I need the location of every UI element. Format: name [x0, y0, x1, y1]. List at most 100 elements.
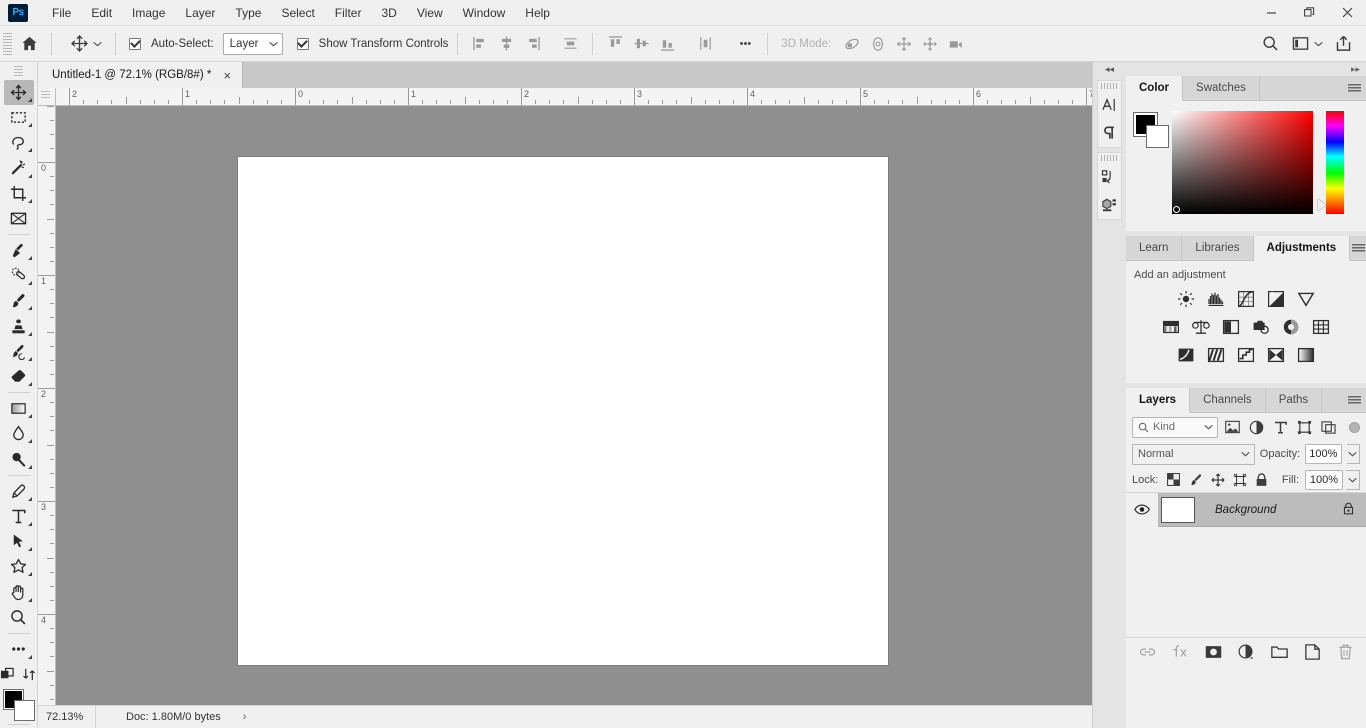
new-fill-adjustment-layer-icon[interactable]: [1235, 641, 1257, 663]
color-panel-swatches[interactable]: [1134, 113, 1169, 148]
eraser-tool[interactable]: [4, 364, 34, 389]
paragraph-panel-icon[interactable]: [1098, 119, 1121, 147]
options-bar-grip[interactable]: [3, 32, 12, 55]
shape-tool[interactable]: [4, 554, 34, 579]
color-picker-field[interactable]: [1172, 111, 1313, 214]
canvas-area[interactable]: [56, 106, 1092, 705]
exposure-icon[interactable]: [1265, 289, 1287, 309]
foreground-background-color-swatches[interactable]: [2, 689, 35, 722]
tab-adjustments[interactable]: Adjustments: [1253, 236, 1351, 261]
tab-color[interactable]: Color: [1126, 76, 1184, 101]
close-icon[interactable]: ×: [220, 68, 234, 83]
lock-image-pixels-icon[interactable]: [1186, 470, 1205, 490]
menu-3d[interactable]: 3D: [371, 2, 406, 24]
brightness-contrast-icon[interactable]: [1175, 289, 1197, 309]
table-row[interactable]: Background: [1126, 492, 1366, 527]
filter-enable-toggle[interactable]: [1349, 421, 1360, 433]
black-white-icon[interactable]: [1220, 317, 1242, 337]
menu-filter[interactable]: Filter: [325, 2, 372, 24]
character-panel-icon[interactable]: [1098, 91, 1121, 119]
properties-3d-panel-icon[interactable]: [1098, 191, 1121, 219]
lock-artboard-nesting-icon[interactable]: [1230, 470, 1249, 490]
new-group-icon[interactable]: [1268, 641, 1290, 663]
menu-window[interactable]: Window: [453, 2, 516, 24]
adjustments-panel-menu-icon[interactable]: [1350, 236, 1366, 260]
zoom-tool[interactable]: [4, 605, 34, 630]
filter-adjustment-layers-icon[interactable]: [1247, 417, 1266, 437]
dock-expand-icon[interactable]: ▸▸: [1126, 62, 1366, 76]
filter-pixel-layers-icon[interactable]: [1223, 417, 1242, 437]
lock-all-icon[interactable]: [1252, 470, 1271, 490]
rail-group-grip[interactable]: [1098, 81, 1121, 91]
vertical-ruler[interactable]: 0123456: [38, 106, 56, 705]
edit-toolbar-tool[interactable]: [4, 637, 34, 662]
filter-type-layers-icon[interactable]: [1271, 417, 1290, 437]
frame-tool[interactable]: [4, 206, 34, 231]
magic-wand-tool[interactable]: [4, 155, 34, 180]
show-transform-controls-group[interactable]: Show Transform Controls: [296, 37, 448, 50]
align-top-edges-icon[interactable]: [602, 32, 628, 56]
lasso-tool[interactable]: [4, 130, 34, 155]
eyedropper-tool[interactable]: [4, 238, 34, 263]
tool-preset-chevron-down-icon[interactable]: [92, 41, 103, 47]
more-options-button[interactable]: •••: [732, 32, 758, 56]
auto-select-target-dropdown[interactable]: Layer: [222, 32, 283, 55]
roll-3d-icon[interactable]: [865, 32, 891, 56]
color-balance-icon[interactable]: [1190, 317, 1212, 337]
tab-paths[interactable]: Paths: [1265, 388, 1323, 412]
history-panel-icon[interactable]: [1098, 163, 1121, 191]
align-horizontal-centers-icon[interactable]: [493, 32, 519, 56]
threshold-icon[interactable]: [1235, 345, 1257, 365]
menu-select[interactable]: Select: [271, 2, 324, 24]
hue-saturation-icon[interactable]: [1160, 317, 1182, 337]
hue-slider[interactable]: [1326, 111, 1344, 214]
minimize-button[interactable]: [1252, 0, 1290, 26]
layer-filter-kind-dropdown[interactable]: Kind: [1132, 416, 1218, 438]
camera-3d-icon[interactable]: [943, 32, 969, 56]
move-tool[interactable]: [3, 79, 34, 105]
tab-libraries[interactable]: Libraries: [1182, 236, 1254, 260]
layer-name[interactable]: Background: [1215, 504, 1276, 516]
delete-layer-icon[interactable]: [1334, 641, 1356, 663]
align-vertical-centers-icon[interactable]: [628, 32, 654, 56]
rail-group-grip-2[interactable]: [1098, 153, 1121, 163]
blur-tool[interactable]: [4, 421, 34, 446]
status-expand-icon[interactable]: ›: [243, 711, 247, 723]
tab-swatches[interactable]: Swatches: [1183, 76, 1260, 100]
menu-layer[interactable]: Layer: [175, 2, 225, 24]
link-layers-icon[interactable]: [1136, 641, 1158, 663]
close-button[interactable]: [1328, 0, 1366, 26]
hand-tool[interactable]: [4, 579, 34, 604]
fill-chevron-down-icon[interactable]: [1346, 469, 1360, 490]
align-left-edges-icon[interactable]: [467, 32, 493, 56]
layer-visibility-eye-icon[interactable]: [1126, 492, 1158, 527]
curves-icon[interactable]: [1235, 289, 1257, 309]
selective-color-icon[interactable]: [1265, 345, 1287, 365]
auto-select-chevron-down-icon[interactable]: [268, 41, 279, 47]
channel-mixer-icon[interactable]: [1280, 317, 1302, 337]
opacity-input[interactable]: 100%: [1305, 444, 1342, 464]
new-layer-icon[interactable]: [1301, 641, 1323, 663]
align-bottom-edges-icon[interactable]: [654, 32, 680, 56]
rectangular-marquee-tool[interactable]: [4, 105, 34, 130]
layer-filter-chevron-down-icon[interactable]: [1203, 424, 1214, 430]
vibrance-icon[interactable]: [1295, 289, 1317, 309]
search-icon[interactable]: [1257, 32, 1283, 56]
distribute-vertically-icon[interactable]: [692, 32, 718, 56]
lock-transparent-pixels-icon[interactable]: [1164, 470, 1183, 490]
show-transform-controls-checkbox[interactable]: [296, 37, 309, 50]
opacity-chevron-down-icon[interactable]: [1346, 444, 1360, 464]
blend-mode-dropdown[interactable]: Normal: [1132, 443, 1255, 465]
menu-help[interactable]: Help: [515, 2, 560, 24]
posterize-icon[interactable]: [1205, 345, 1227, 365]
screen-mode-icon[interactable]: [22, 667, 37, 685]
gradient-map-icon[interactable]: [1295, 345, 1317, 365]
horizontal-ruler[interactable]: 210123456789: [56, 88, 1092, 106]
workspace-icon[interactable]: [1287, 32, 1313, 56]
distribute-horizontally-icon[interactable]: [557, 32, 583, 56]
menu-image[interactable]: Image: [122, 2, 175, 24]
healing-brush-tool[interactable]: [4, 263, 34, 288]
color-lookup-icon[interactable]: [1310, 317, 1332, 337]
menu-edit[interactable]: Edit: [81, 2, 122, 24]
align-right-edges-icon[interactable]: [519, 32, 545, 56]
